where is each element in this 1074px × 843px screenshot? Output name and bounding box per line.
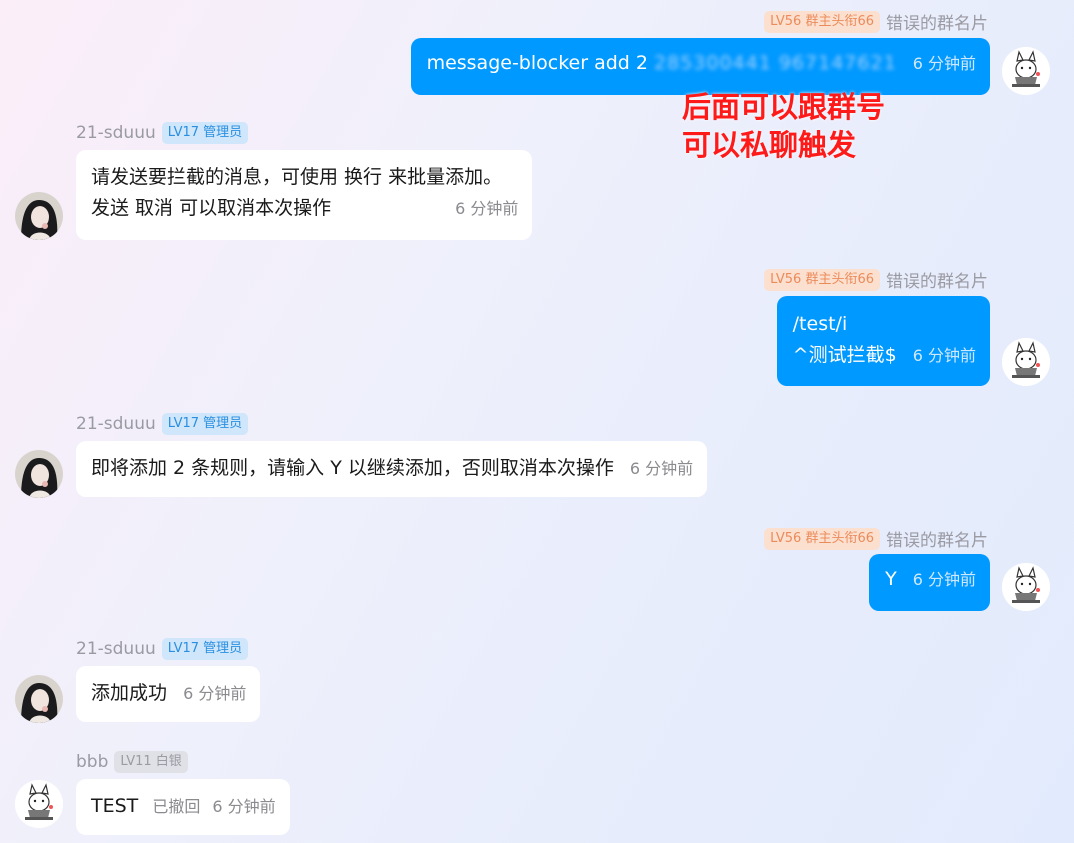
sender-nickname[interactable]: 错误的群名片 [886,267,988,292]
girl-avatar-icon [15,675,63,723]
message-time: 6 分钟前 [183,684,247,703]
message-time: 6 分钟前 [912,54,976,73]
annotation-line: 可以私聊触发 [682,128,857,162]
red-annotation: 后面可以跟群号 可以私聊触发 [682,88,885,164]
sender-nickname[interactable]: 21-sduuu [76,414,156,434]
message-header: 21-sduuu LV17 管理员 [76,413,249,435]
message-text-line: ^测试拦截$ [792,344,897,366]
message-text: TEST [91,795,139,817]
message-header: LV56 群主头衔66 错误的群名片 [764,526,988,551]
message-bubble[interactable]: TEST 已撤回 6 分钟前 [76,779,290,835]
recalled-label: 已撤回 [152,797,201,816]
message-header: 21-sduuu LV17 管理员 [76,122,249,144]
bot-avatar[interactable] [15,192,63,240]
cat-avatar-icon [1002,563,1050,611]
admin-badge: LV17 管理员 [161,122,249,144]
message-bubble[interactable]: 添加成功 6 分钟前 [76,666,261,722]
user-avatar[interactable] [15,780,63,828]
message-time: 6 分钟前 [629,459,694,478]
sender-nickname[interactable]: 错误的群名片 [886,526,988,551]
message-time: 6 分钟前 [455,199,519,218]
owner-title-badge: LV56 群主头衔66 [764,527,880,550]
sender-nickname[interactable]: 21-sduuu [76,639,156,659]
message-header: 21-sduuu LV17 管理员 [76,638,249,660]
owner-title-badge: LV56 群主头衔66 [764,10,880,33]
message-header: LV56 群主头衔66 错误的群名片 [764,9,988,34]
message-time: 6 分钟前 [912,570,976,589]
admin-badge: LV17 管理员 [161,638,249,660]
sender-nickname[interactable]: 错误的群名片 [886,9,988,34]
message-bubble[interactable]: 请发送要拦截的消息，可使用 换行 来批量添加。 发送 取消 可以取消本次操作 6… [76,150,533,240]
message-text-line: 请发送要拦截的消息，可使用 换行 来批量添加。 [91,166,503,188]
message-text: 即将添加 2 条规则，请输入 Y 以继续添加，否则取消本次操作 [91,457,614,479]
message-bubble[interactable]: message-blocker add 2 285300441 96714762… [410,38,990,95]
admin-badge: LV17 管理员 [161,413,249,435]
user-avatar[interactable] [1002,47,1050,95]
message-text: message-blocker add 2 [426,52,648,74]
message-bubble[interactable]: Y 6 分钟前 [869,554,990,611]
message-text-line: /test/i [792,313,848,335]
message-time: 6 分钟前 [212,797,276,816]
message-bubble[interactable]: /test/i ^测试拦截$ 6 分钟前 [776,296,990,386]
cat-avatar-icon [1002,47,1050,95]
message-header: LV56 群主头衔66 错误的群名片 [764,267,988,292]
sender-nickname[interactable]: 21-sduuu [76,123,156,143]
message-text: 添加成功 [91,682,168,704]
blurred-group-ids: 285300441 967147621 [654,52,897,74]
owner-title-badge: LV56 群主头衔66 [764,268,880,291]
bot-avatar[interactable] [15,675,63,723]
girl-avatar-icon [15,450,63,498]
bot-avatar[interactable] [15,450,63,498]
cat-avatar-icon [1002,338,1050,386]
girl-avatar-icon [15,192,63,240]
cat-avatar-icon [15,780,63,828]
message-text: Y [885,568,897,590]
message-header: bbb LV11 白银 [76,751,188,773]
message-time: 6 分钟前 [912,346,976,365]
message-text-line: 发送 取消 可以取消本次操作 [91,197,332,219]
annotation-line: 后面可以跟群号 [682,90,886,124]
sender-nickname[interactable]: bbb [76,752,108,772]
user-avatar[interactable] [1002,563,1050,611]
level-badge: LV11 白银 [114,751,188,773]
user-avatar[interactable] [1002,338,1050,386]
message-bubble[interactable]: 即将添加 2 条规则，请输入 Y 以继续添加，否则取消本次操作 6 分钟前 [76,441,708,497]
